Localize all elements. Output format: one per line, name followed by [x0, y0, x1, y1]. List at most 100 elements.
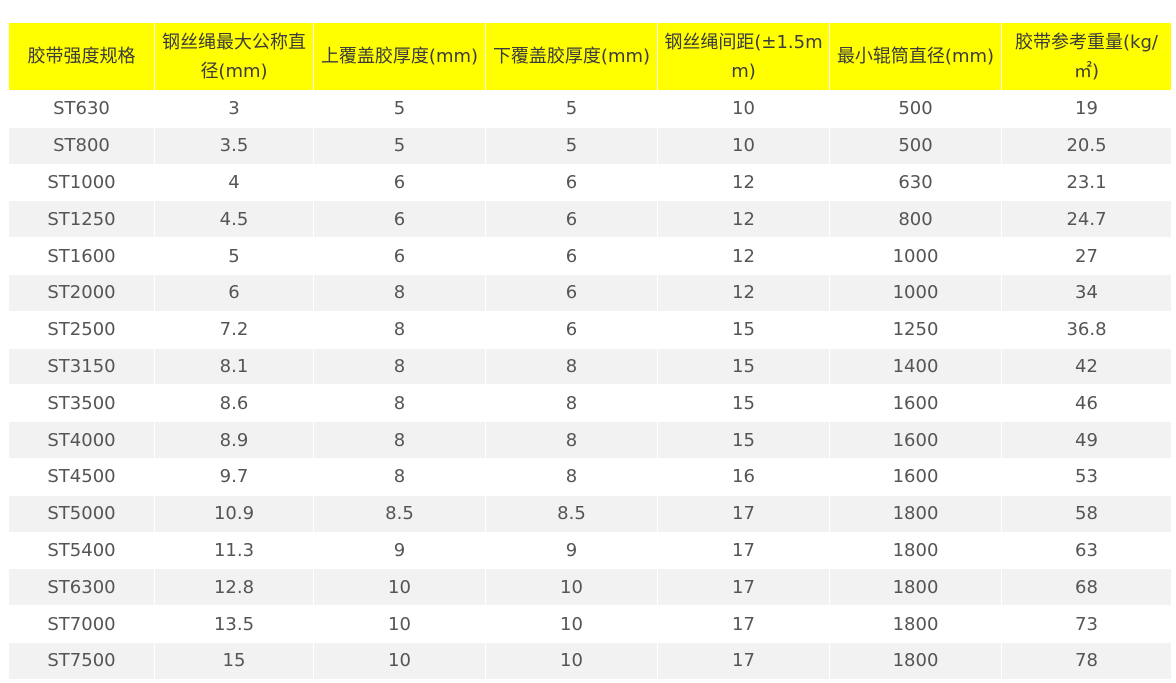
cell-reference-weight: 58 [1001, 494, 1172, 533]
table-row: ST4000 8.9 8 8 15 1600 49 [8, 421, 1172, 459]
cell-cord-pitch: 15 [657, 384, 830, 423]
cell-bottom-cover-thickness: 6 [485, 200, 658, 239]
cell-min-pulley-diameter: 630 [829, 163, 1002, 202]
cell-top-cover-thickness: 8 [313, 273, 486, 312]
cell-max-cord-diameter: 8.6 [154, 384, 314, 423]
cell-max-cord-diameter: 6 [154, 273, 314, 312]
cell-top-cover-thickness: 8 [313, 384, 486, 423]
cell-bottom-cover-thickness: 6 [485, 163, 658, 202]
table-row: ST1250 4.5 6 6 12 800 24.7 [8, 200, 1172, 239]
cell-top-cover-thickness: 8 [313, 421, 486, 459]
cell-reference-weight: 36.8 [1001, 310, 1172, 349]
cell-max-cord-diameter: 11.3 [154, 531, 314, 570]
cell-max-cord-diameter: 4.5 [154, 200, 314, 239]
cell-belt-strength-grade: ST7000 [8, 605, 155, 643]
cell-max-cord-diameter: 9.7 [154, 457, 314, 496]
cell-top-cover-thickness: 5 [313, 90, 486, 128]
cell-max-cord-diameter: 3.5 [154, 126, 314, 165]
table-row: ST1000 4 6 6 12 630 23.1 [8, 163, 1172, 202]
header-min-pulley-diameter: 最小辊筒直径(mm) [829, 22, 1002, 91]
cell-top-cover-thickness: 8 [313, 457, 486, 496]
cell-reference-weight: 34 [1001, 273, 1172, 312]
cell-belt-strength-grade: ST630 [8, 90, 155, 128]
cell-max-cord-diameter: 5 [154, 237, 314, 275]
cell-max-cord-diameter: 8.9 [154, 421, 314, 459]
cell-bottom-cover-thickness: 8 [485, 347, 658, 386]
cell-min-pulley-diameter: 1800 [829, 494, 1002, 533]
cell-min-pulley-diameter: 1250 [829, 310, 1002, 349]
cell-cord-pitch: 15 [657, 310, 830, 349]
cell-min-pulley-diameter: 1800 [829, 641, 1002, 680]
cell-min-pulley-diameter: 1600 [829, 457, 1002, 496]
table-row: ST5400 11.3 9 9 17 1800 63 [8, 531, 1172, 570]
cell-belt-strength-grade: ST3500 [8, 384, 155, 423]
header-top-cover-thickness: 上覆盖胶厚度(mm) [313, 22, 486, 91]
cell-cord-pitch: 12 [657, 163, 830, 202]
cell-cord-pitch: 17 [657, 641, 830, 680]
cell-max-cord-diameter: 12.8 [154, 568, 314, 607]
cell-bottom-cover-thickness: 9 [485, 531, 658, 570]
cell-bottom-cover-thickness: 8 [485, 384, 658, 423]
cell-max-cord-diameter: 4 [154, 163, 314, 202]
cell-max-cord-diameter: 10.9 [154, 494, 314, 533]
cell-belt-strength-grade: ST5400 [8, 531, 155, 570]
cell-reference-weight: 63 [1001, 531, 1172, 570]
cell-top-cover-thickness: 8 [313, 310, 486, 349]
table-header: 胶带强度规格 钢丝绳最大公称直径(mm) 上覆盖胶厚度(mm) 下覆盖胶厚度(m… [8, 22, 1172, 91]
cell-top-cover-thickness: 8 [313, 347, 486, 386]
table-row: ST5000 10.9 8.5 8.5 17 1800 58 [8, 494, 1172, 533]
cell-belt-strength-grade: ST2000 [8, 273, 155, 312]
cell-max-cord-diameter: 3 [154, 90, 314, 128]
cell-min-pulley-diameter: 1800 [829, 531, 1002, 570]
cell-cord-pitch: 16 [657, 457, 830, 496]
table-row: ST4500 9.7 8 8 16 1600 53 [8, 457, 1172, 496]
cell-top-cover-thickness: 10 [313, 605, 486, 643]
cell-cord-pitch: 10 [657, 126, 830, 165]
header-reference-weight: 胶带参考重量(kg/㎡) [1001, 22, 1172, 91]
cell-min-pulley-diameter: 1000 [829, 237, 1002, 275]
table-row: ST7000 13.5 10 10 17 1800 73 [8, 605, 1172, 643]
cell-cord-pitch: 10 [657, 90, 830, 128]
cell-min-pulley-diameter: 500 [829, 90, 1002, 128]
cell-reference-weight: 24.7 [1001, 200, 1172, 239]
cell-bottom-cover-thickness: 5 [485, 90, 658, 128]
cell-cord-pitch: 15 [657, 421, 830, 459]
cell-belt-strength-grade: ST1000 [8, 163, 155, 202]
cell-reference-weight: 19 [1001, 90, 1172, 128]
cell-bottom-cover-thickness: 8.5 [485, 494, 658, 533]
cell-cord-pitch: 12 [657, 273, 830, 312]
cell-cord-pitch: 12 [657, 237, 830, 275]
cell-reference-weight: 23.1 [1001, 163, 1172, 202]
cell-bottom-cover-thickness: 8 [485, 421, 658, 459]
table-row: ST3500 8.6 8 8 15 1600 46 [8, 384, 1172, 423]
cell-cord-pitch: 12 [657, 200, 830, 239]
cell-min-pulley-diameter: 1600 [829, 421, 1002, 459]
table-row: ST630 3 5 5 10 500 19 [8, 90, 1172, 128]
cell-min-pulley-diameter: 1800 [829, 568, 1002, 607]
cell-min-pulley-diameter: 1400 [829, 347, 1002, 386]
table-row: ST2500 7.2 8 6 15 1250 36.8 [8, 310, 1172, 349]
header-belt-strength-grade: 胶带强度规格 [8, 22, 155, 91]
cell-min-pulley-diameter: 1600 [829, 384, 1002, 423]
cell-max-cord-diameter: 7.2 [154, 310, 314, 349]
cell-belt-strength-grade: ST1250 [8, 200, 155, 239]
cell-min-pulley-diameter: 800 [829, 200, 1002, 239]
table-row: ST6300 12.8 10 10 17 1800 68 [8, 568, 1172, 607]
cell-cord-pitch: 17 [657, 531, 830, 570]
cell-belt-strength-grade: ST2500 [8, 310, 155, 349]
cell-max-cord-diameter: 8.1 [154, 347, 314, 386]
cell-top-cover-thickness: 6 [313, 237, 486, 275]
steel-cord-belt-spec-table: 胶带强度规格 钢丝绳最大公称直径(mm) 上覆盖胶厚度(mm) 下覆盖胶厚度(m… [8, 22, 1172, 680]
table-row: ST7500 15 10 10 17 1800 78 [8, 641, 1172, 680]
cell-min-pulley-diameter: 500 [829, 126, 1002, 165]
cell-bottom-cover-thickness: 5 [485, 126, 658, 165]
table-row: ST1600 5 6 6 12 1000 27 [8, 237, 1172, 275]
cell-belt-strength-grade: ST1600 [8, 237, 155, 275]
table-row: ST800 3.5 5 5 10 500 20.5 [8, 126, 1172, 165]
cell-cord-pitch: 17 [657, 605, 830, 643]
cell-min-pulley-diameter: 1800 [829, 605, 1002, 643]
cell-max-cord-diameter: 15 [154, 641, 314, 680]
cell-top-cover-thickness: 6 [313, 200, 486, 239]
table-row: ST3150 8.1 8 8 15 1400 42 [8, 347, 1172, 386]
cell-belt-strength-grade: ST800 [8, 126, 155, 165]
